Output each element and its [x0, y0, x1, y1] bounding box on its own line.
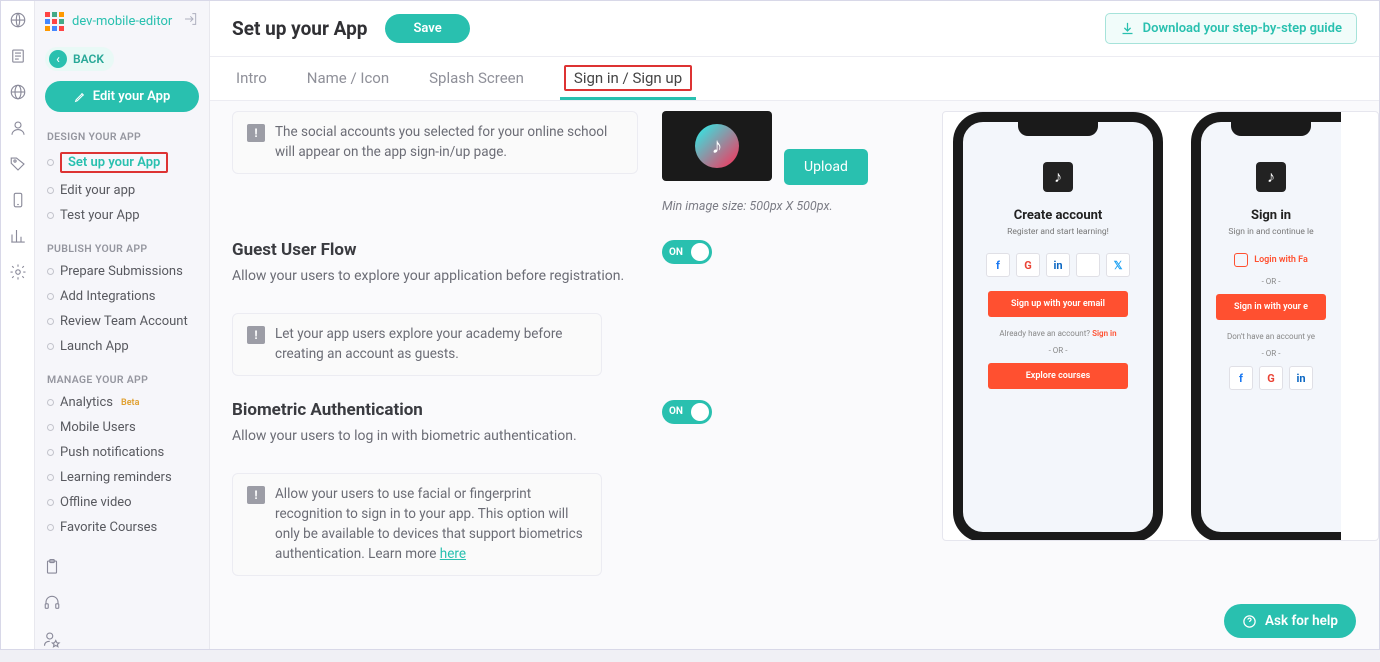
twitter-icon[interactable]: 𝕏 [1106, 253, 1130, 277]
sidebar-item-review-team[interactable]: Review Team Account [35, 309, 209, 334]
tag-icon[interactable] [9, 155, 27, 173]
or-divider: - OR - [1049, 346, 1068, 355]
or-divider: - OR - [1262, 277, 1281, 286]
guest-flow-note: ! Let your app users explore your academ… [232, 313, 602, 376]
download-guide-button[interactable]: Download your step-by-step guide [1105, 13, 1357, 44]
user-icon[interactable] [9, 119, 27, 137]
clipboard-icon[interactable] [43, 558, 61, 580]
topbar: Set up your App Save Download your step-… [210, 1, 1379, 57]
sidebar-item-offline[interactable]: Offline video [35, 490, 209, 515]
app-logo-icon [1043, 162, 1073, 192]
social-accounts-note: ! The social accounts you selected for y… [232, 111, 638, 174]
sidebar-item-test[interactable]: Test your App [35, 203, 209, 228]
social-login-row: f G in 𝕏 [986, 253, 1130, 277]
logo-thumbnail [662, 111, 772, 181]
sidebar-item-push[interactable]: Push notifications [35, 440, 209, 465]
back-button[interactable]: ‹ BACK [45, 47, 114, 71]
phone2-title: Sign in [1251, 208, 1291, 223]
section-publish-label: PUBLISH YOUR APP [35, 236, 209, 257]
info-icon: ! [247, 124, 265, 142]
preview-phone-signup: Create account Register and start learni… [953, 112, 1163, 541]
sidebar: dev-mobile-editor ‹ BACK Edit your App D… [35, 1, 210, 649]
star-user-icon[interactable] [43, 630, 61, 652]
tab-signin-signup[interactable]: Sign in / Sign up [560, 57, 696, 100]
apple-icon[interactable] [1076, 253, 1100, 277]
sidebar-item-reminders[interactable]: Learning reminders [35, 465, 209, 490]
tab-intro[interactable]: Intro [232, 57, 271, 100]
linkedin-icon[interactable]: in [1289, 366, 1313, 390]
tab-name-icon[interactable]: Name / Icon [303, 57, 393, 100]
chevron-left-icon: ‹ [49, 50, 67, 68]
section-manage-label: MANAGE YOUR APP [35, 367, 209, 388]
page-title: Set up your App [232, 17, 367, 40]
sidebar-item-edit[interactable]: Edit your app [35, 178, 209, 203]
edit-button-label: Edit your App [93, 89, 171, 104]
already-account-text: Already have an account? Sign in [999, 329, 1116, 338]
biometric-note: ! Allow your users to use facial or fing… [232, 473, 602, 576]
info-icon: ! [247, 326, 265, 344]
facebook-icon[interactable]: f [986, 253, 1010, 277]
world-icon[interactable] [9, 83, 27, 101]
sidebar-item-submissions[interactable]: Prepare Submissions [35, 259, 209, 284]
no-account-text: Don't have an account ye [1227, 332, 1315, 341]
social-login-row-2: f G in [1229, 366, 1313, 390]
explore-courses-button[interactable]: Explore courses [988, 363, 1128, 389]
signin-email-button[interactable]: Sign in with your e [1216, 294, 1326, 320]
sidebar-bottom-icons [35, 548, 209, 662]
google-icon[interactable]: G [1016, 253, 1040, 277]
save-button[interactable]: Save [385, 14, 469, 43]
phone2-subtitle: Sign in and continue le [1228, 227, 1313, 237]
tiktok-logo-icon [695, 124, 739, 168]
preview-phone-signin: Sign in Sign in and continue le Login wi… [1191, 112, 1341, 541]
facebook-icon[interactable]: f [1229, 366, 1253, 390]
headset-icon[interactable] [43, 594, 61, 616]
tabs: Intro Name / Icon Splash Screen Sign in … [210, 57, 1379, 101]
edit-your-app-button[interactable]: Edit your App [45, 81, 199, 112]
back-label: BACK [73, 52, 104, 66]
faceid-icon [1234, 253, 1248, 267]
guest-flow-toggle[interactable]: ON [662, 240, 712, 264]
info-icon: ! [247, 486, 265, 504]
phone1-title: Create account [1014, 208, 1103, 223]
signup-email-button[interactable]: Sign up with your email [988, 291, 1128, 317]
linkedin-icon[interactable]: in [1046, 253, 1070, 277]
preview-pane: Create account Register and start learni… [942, 111, 1379, 541]
icon-rail [1, 1, 35, 649]
sidebar-item-favorites[interactable]: Favorite Courses [35, 515, 209, 540]
section-design-label: DESIGN YOUR APP [35, 124, 209, 145]
sidebar-item-mobile-users[interactable]: Mobile Users [35, 415, 209, 440]
biometric-toggle[interactable]: ON [662, 400, 712, 424]
biometric-desc: Allow your users to log in with biometri… [232, 426, 638, 447]
globe-icon[interactable] [9, 11, 27, 29]
sidebar-item-analytics[interactable]: AnalyticsBeta [35, 390, 209, 415]
exit-icon[interactable] [183, 11, 199, 31]
project-name: dev-mobile-editor [72, 14, 175, 29]
upload-button[interactable]: Upload [784, 149, 868, 185]
sidebar-item-launch[interactable]: Launch App [35, 334, 209, 359]
main-area: Set up your App Save Download your step-… [210, 1, 1379, 649]
ask-for-help-button[interactable]: Ask for help [1224, 604, 1356, 638]
chart-icon[interactable] [9, 227, 27, 245]
guest-flow-title: Guest User Flow [232, 240, 638, 260]
faceid-login[interactable]: Login with Fa [1234, 253, 1308, 267]
page-icon[interactable] [9, 47, 27, 65]
mobile-icon[interactable] [9, 191, 27, 209]
phone1-subtitle: Register and start learning! [1007, 227, 1109, 237]
sidebar-item-setup[interactable]: Set up your App [35, 147, 209, 178]
learn-more-link[interactable]: here [440, 546, 466, 562]
signin-link[interactable]: Sign in [1092, 329, 1117, 338]
tab-splash[interactable]: Splash Screen [425, 57, 528, 100]
app-logo-icon [1256, 162, 1286, 192]
guest-flow-desc: Allow your users to explore your applica… [232, 266, 638, 287]
app-logo-icon [45, 12, 64, 31]
biometric-title: Biometric Authentication [232, 400, 638, 420]
or-divider-2: - OR - [1262, 349, 1281, 358]
google-icon[interactable]: G [1259, 366, 1283, 390]
gear-icon[interactable] [9, 263, 27, 281]
sidebar-item-integrations[interactable]: Add Integrations [35, 284, 209, 309]
image-size-hint: Min image size: 500px X 500px. [662, 199, 833, 214]
